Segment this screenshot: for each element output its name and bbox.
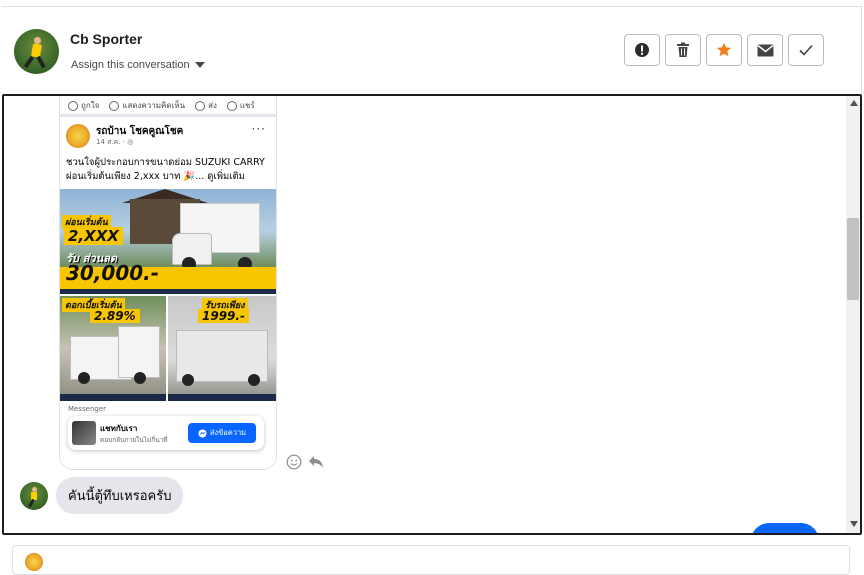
scroll-thumb[interactable] <box>847 218 859 300</box>
post-text-line[interactable]: ผ่อนเริ่มต้นเพียง 2,xxx บาท 🎉... ดูเพิ่ม… <box>66 170 271 184</box>
installment-value: 2,XXX <box>64 227 123 245</box>
star-button[interactable] <box>706 34 742 66</box>
outgoing-message-bubble[interactable] <box>751 523 819 533</box>
scroll-up-arrow-icon[interactable] <box>850 100 858 106</box>
page-avatar[interactable] <box>66 124 90 148</box>
reply-icon[interactable] <box>308 455 324 469</box>
shared-post-card[interactable]: ถูกใจ แสดงความคิดเห็น ส่ง แชร์ รถบ้าน โช… <box>59 96 277 470</box>
cta-thumbnail <box>72 421 96 445</box>
interest-value: 2.89% <box>90 309 140 323</box>
check-icon <box>799 44 813 56</box>
thread-scrollbar[interactable] <box>846 96 860 533</box>
more-options-icon[interactable]: ··· <box>252 122 266 136</box>
message-actions <box>286 454 324 470</box>
share-icon <box>226 100 237 111</box>
messenger-icon <box>195 100 206 111</box>
post-meta: 14 ส.ค. · ◎ <box>96 138 134 146</box>
send-action[interactable]: ส่ง <box>195 99 217 112</box>
post-image-right: รับรถเพียง 1999.- <box>168 296 276 401</box>
conversation-header: Cb Sporter Assign this conversation <box>2 6 862 94</box>
message-bubble[interactable]: คันนี้ตู้ทึบเหรอครับ <box>56 477 184 514</box>
assign-conversation-dropdown[interactable]: Assign this conversation <box>71 59 205 71</box>
down-value: 1999.- <box>198 309 249 323</box>
messenger-label: Messenger <box>68 405 107 413</box>
comment-icon <box>109 100 120 111</box>
comment-action[interactable]: แสดงความคิดเห็น <box>109 99 185 112</box>
alert-circle-icon <box>635 43 649 57</box>
emoji-react-icon[interactable] <box>286 454 302 470</box>
messenger-cta-area: Messenger แชทกับเรา ตอบกลับภายในไม่กี่นา… <box>60 401 276 469</box>
message-thread[interactable]: ถูกใจ แสดงความคิดเห็น ส่ง แชร์ รถบ้าน โช… <box>2 94 862 535</box>
contact-avatar[interactable] <box>14 29 59 74</box>
mail-button[interactable] <box>747 34 783 66</box>
contact-name[interactable]: Cb Sporter <box>70 31 142 47</box>
caret-down-icon <box>194 62 205 68</box>
delete-button[interactable] <box>665 34 701 66</box>
thumbs-up-icon <box>68 100 78 111</box>
scroll-down-arrow-icon[interactable] <box>850 521 858 527</box>
report-button[interactable] <box>624 34 660 66</box>
post-image-collage[interactable]: ผ่อนเริ่มต้น 2,XXX รับ ส่วนลด 30,000.- ด… <box>60 189 276 401</box>
page-avatar <box>25 553 43 571</box>
share-action[interactable]: แชร์ <box>226 99 255 112</box>
post-header: รถบ้าน โชคคูณโชค 14 ส.ค. · ◎ ··· <box>66 122 270 152</box>
chat-with-us-card[interactable]: แชทกับเรา ตอบกลับภายในไม่กี่นาที ส่งข้อค… <box>68 416 264 450</box>
assign-label: Assign this conversation <box>71 59 190 71</box>
send-message-button[interactable]: ส่งข้อความ <box>188 423 256 443</box>
discount-value: 30,000.- <box>66 261 160 285</box>
incoming-message-row: คันนี้ตู้ทึบเหรอครับ <box>20 477 184 514</box>
cta-subtitle: ตอบกลับภายในไม่กี่นาที <box>100 436 168 444</box>
post-image-left: ดอกเบี้ยเริ่มต้น 2.89% <box>60 296 166 401</box>
messenger-icon <box>198 428 207 438</box>
cta-title: แชทกับเรา <box>100 424 138 433</box>
like-action[interactable]: ถูกใจ <box>68 99 99 112</box>
star-icon <box>716 42 732 57</box>
done-button[interactable] <box>788 34 824 66</box>
reply-composer[interactable] <box>12 545 850 575</box>
post-reactions-bar: ถูกใจ แสดงความคิดเห็น ส่ง แชร์ <box>60 97 276 117</box>
post-text: ชวนใจผู้ประกอบการขนาดย่อม SUZUKI CARRY ผ… <box>66 156 271 184</box>
header-actions <box>624 34 824 66</box>
post-text-line: ชวนใจผู้ประกอบการขนาดย่อม SUZUKI CARRY <box>66 157 265 168</box>
envelope-icon <box>757 44 773 56</box>
post-image-main: ผ่อนเริ่มต้น 2,XXX รับ ส่วนลด 30,000.- <box>60 189 276 294</box>
sender-avatar[interactable] <box>20 481 48 510</box>
trash-icon <box>677 42 689 57</box>
